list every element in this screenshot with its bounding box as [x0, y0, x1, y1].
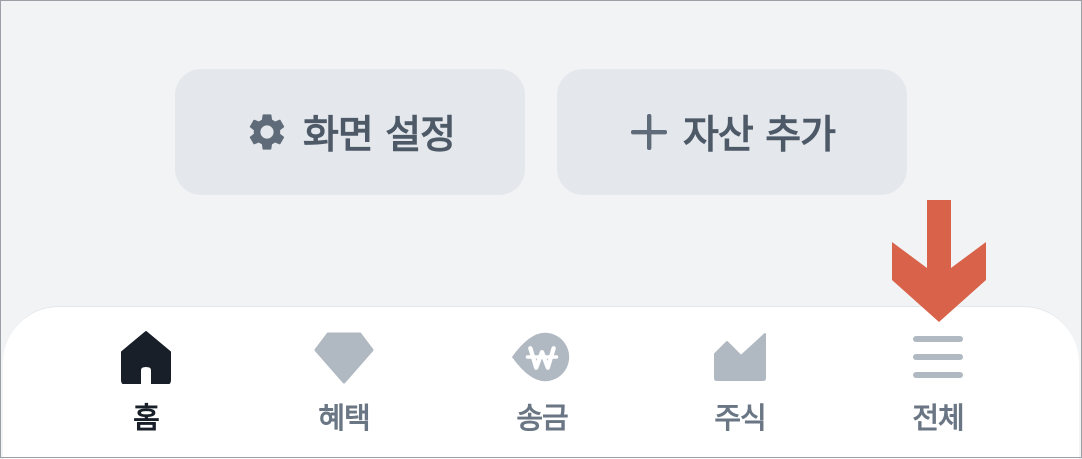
tab-stock-label: 주식	[714, 401, 766, 435]
tab-home[interactable]: 홈	[86, 327, 206, 437]
plus-icon	[629, 112, 669, 152]
tab-transfer[interactable]: 송금	[482, 327, 602, 437]
diamond-icon	[312, 327, 376, 387]
won-icon	[510, 327, 574, 387]
home-icon	[114, 327, 178, 387]
add-asset-label: 자산 추가	[682, 113, 836, 158]
screen-settings-label: 화면 설정	[302, 113, 456, 158]
menu-icon	[906, 327, 970, 387]
bottom-tab-bar: 홈 혜택 송금 주식 전체	[3, 306, 1079, 459]
chart-icon	[708, 327, 772, 387]
add-asset-button[interactable]: 자산 추가	[557, 69, 907, 195]
tab-all-label: 전체	[912, 401, 964, 435]
tab-all[interactable]: 전체	[878, 327, 998, 437]
tab-benefit-label: 혜택	[318, 401, 370, 435]
tab-stock[interactable]: 주식	[680, 327, 800, 437]
tab-transfer-label: 송금	[516, 401, 568, 435]
screen-settings-button[interactable]: 화면 설정	[175, 69, 525, 195]
gear-icon	[245, 110, 289, 154]
tab-benefit[interactable]: 혜택	[284, 327, 404, 437]
arrow-down-icon	[892, 200, 986, 322]
action-buttons: 화면 설정 자산 추가	[0, 69, 1082, 195]
tab-home-label: 홈	[133, 401, 160, 435]
